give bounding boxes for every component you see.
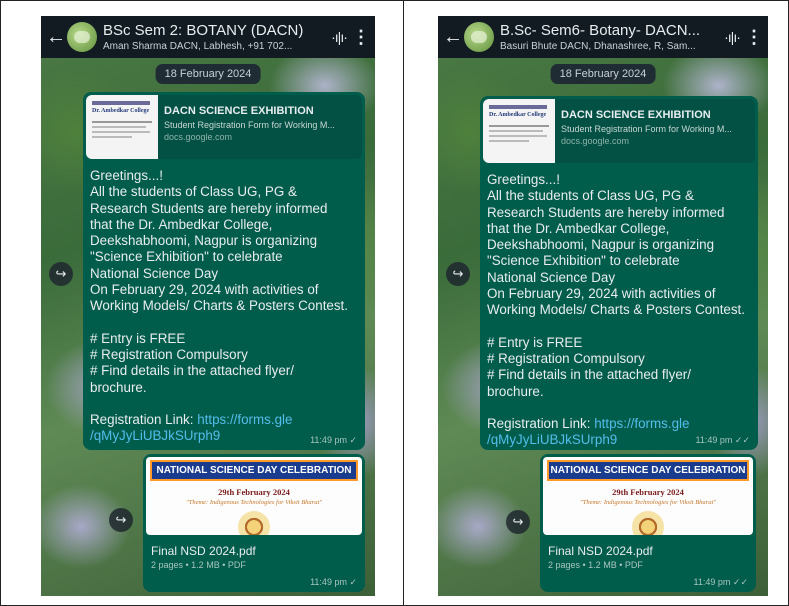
chat-header: ← B.Sc- Sem6- Botany- DACN... Basuri Bhu… [438, 16, 768, 58]
chat-screen-left: ← BSc Sem 2: BOTANY (DACN) Aman Sharma D… [41, 16, 375, 596]
pdf-filename: Final NSD 2024.pdf [548, 544, 653, 558]
pdf-meta: 2 pages • 1.2 MB • PDF [548, 560, 643, 570]
emblem-icon [238, 511, 270, 535]
pdf-thumbnail[interactable]: NATIONAL SCIENCE DAY CELEBRATION 29th Fe… [146, 457, 362, 535]
chat-participants: Aman Sharma DACN, Labhesh, +91 702... [103, 40, 293, 52]
message-timestamp: 11:49 pm ✓ [310, 435, 357, 445]
chat-screen-right: ← B.Sc- Sem6- Botany- DACN... Basuri Bhu… [438, 16, 768, 596]
pdf-thumbnail[interactable]: NATIONAL SCIENCE DAY CELEBRATION 29th Fe… [543, 457, 753, 535]
message-text: Greetings...! All the students of Class … [480, 166, 758, 448]
message-paragraph: Greetings...! All the students of Class … [487, 172, 745, 318]
link-preview[interactable]: Dr. Ambedkar College DACN SCIENCE EXHIBI… [86, 95, 362, 159]
pdf-theme: "Theme: Indigenous Technologies for Viks… [186, 499, 322, 506]
link-preview-title: DACN SCIENCE EXHIBITION [561, 109, 711, 121]
date-separator: 18 February 2024 [550, 64, 656, 84]
forward-icon[interactable]: ↪ [446, 262, 470, 286]
pdf-theme: "Theme: Indigenous Technologies for Viks… [580, 499, 716, 506]
date-separator: 18 February 2024 [155, 64, 261, 84]
message-paragraph: # Entry is FREE # Registration Compulsor… [487, 334, 691, 399]
message-timestamp: 11:49 pm ✓ [310, 577, 357, 587]
pdf-event-date: 29th February 2024 [218, 487, 290, 497]
back-arrow-icon[interactable]: ← [45, 26, 67, 49]
link-preview-domain: docs.google.com [561, 136, 630, 146]
emblem-icon [632, 511, 664, 535]
message-paragraph: # Entry is FREE # Registration Compulsor… [90, 330, 294, 395]
voice-chat-icon[interactable]: ·ı|ı· [720, 29, 744, 45]
registration-label: Registration Link: [90, 411, 198, 427]
message-timestamp: 11:49 pm ✓✓ [693, 577, 748, 587]
panel-divider [403, 0, 404, 606]
pdf-message-bubble[interactable]: NATIONAL SCIENCE DAY CELEBRATION 29th Fe… [540, 454, 756, 592]
chat-title-area[interactable]: BSc Sem 2: BOTANY (DACN) Aman Sharma DAC… [103, 22, 327, 53]
message-bubble[interactable]: Dr. Ambedkar College DACN SCIENCE EXHIBI… [83, 92, 365, 450]
voice-chat-icon[interactable]: ·ı|ı· [327, 29, 351, 45]
message-paragraph: Greetings...! All the students of Class … [90, 168, 348, 314]
pdf-banner: NATIONAL SCIENCE DAY CELEBRATION [150, 460, 358, 481]
pdf-meta: 2 pages • 1.2 MB • PDF [151, 560, 246, 570]
back-arrow-icon[interactable]: ← [442, 26, 464, 49]
link-thumbnail: Dr. Ambedkar College [86, 95, 158, 159]
more-options-icon[interactable]: ⋮ [351, 27, 371, 48]
link-preview-title: DACN SCIENCE EXHIBITION [164, 105, 314, 117]
link-preview-domain: docs.google.com [164, 132, 233, 142]
forward-icon[interactable]: ↪ [49, 262, 73, 286]
pdf-filename: Final NSD 2024.pdf [151, 544, 256, 558]
message-bubble[interactable]: Dr. Ambedkar College DACN SCIENCE EXHIBI… [480, 96, 758, 450]
link-preview-description: Student Registration Form for Working M.… [561, 124, 732, 134]
chat-participants: Basuri Bhute DACN, Dhanashree, R, Sam... [500, 40, 696, 52]
pdf-message-bubble[interactable]: NATIONAL SCIENCE DAY CELEBRATION 29th Fe… [143, 454, 365, 592]
link-preview[interactable]: Dr. Ambedkar College DACN SCIENCE EXHIBI… [483, 99, 755, 163]
pdf-banner: NATIONAL SCIENCE DAY CELEBRATION [547, 460, 749, 481]
link-preview-description: Student Registration Form for Working M.… [164, 120, 335, 130]
registration-label: Registration Link: [487, 415, 595, 431]
chat-title: B.Sc- Sem6- Botany- DACN... [500, 21, 701, 39]
chat-title-area[interactable]: B.Sc- Sem6- Botany- DACN... Basuri Bhute… [500, 22, 720, 53]
more-options-icon[interactable]: ⋮ [744, 27, 764, 48]
group-avatar[interactable] [464, 22, 494, 52]
pdf-event-date: 29th February 2024 [612, 487, 684, 497]
message-text: Greetings...! All the students of Class … [83, 162, 365, 444]
message-timestamp: 11:49 pm ✓✓ [695, 435, 750, 445]
group-avatar[interactable] [67, 22, 97, 52]
forward-icon[interactable]: ↪ [109, 508, 133, 532]
chat-title: BSc Sem 2: BOTANY (DACN) [103, 21, 304, 39]
forward-icon[interactable]: ↪ [506, 510, 530, 534]
link-thumbnail: Dr. Ambedkar College [483, 99, 555, 163]
chat-header: ← BSc Sem 2: BOTANY (DACN) Aman Sharma D… [41, 16, 375, 58]
